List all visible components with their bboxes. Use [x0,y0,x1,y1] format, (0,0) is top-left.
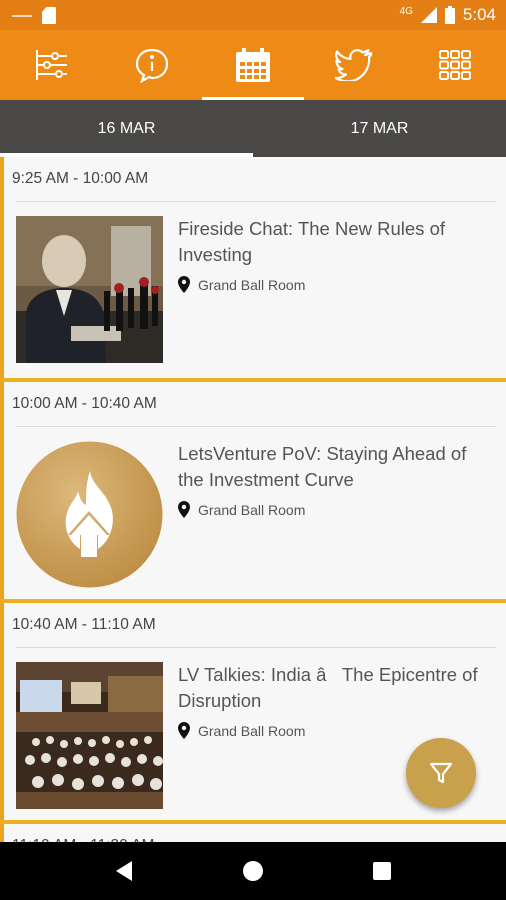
speaker-photo-image [16,216,163,363]
divider [16,201,496,202]
tab-more[interactable] [405,30,506,100]
conference-photo-image [16,662,163,809]
divider [16,647,496,648]
session-title: LV Talkies: India â The Epicentre of Dis… [178,664,478,711]
location-label: Grand Ball Room [198,722,306,739]
grid-icon [439,50,472,80]
sim-card-icon [42,7,56,24]
session-time: 10:00 AM - 10:40 AM [12,395,157,412]
tab-schedule[interactable] [202,30,304,100]
session-item[interactable]: 10:00 AM - 10:40 AM LetsVenture PoV: Sta… [0,382,506,603]
status-bar: 4G 5:04 [0,0,506,30]
session-image [16,662,163,809]
twitter-icon [335,49,373,81]
session-image [16,441,163,588]
recents-icon[interactable] [372,861,392,881]
session-title: LetsVenture PoV: Staying Ahead of the In… [178,443,467,490]
location-pin-icon [178,722,190,739]
filter-fab-button[interactable] [406,738,476,808]
calendar-icon [236,48,270,82]
tab-filter[interactable] [0,30,101,100]
system-nav-bar [0,842,506,900]
divider [16,426,496,427]
back-icon[interactable] [114,860,134,882]
location-pin-icon [178,501,190,518]
session-item[interactable]: 11:10 AM - 11:30 AM [0,824,506,842]
date-tab-16-mar[interactable]: 16 MAR [0,100,253,157]
filter-funnel-icon [429,762,453,784]
session-time: 11:10 AM - 11:30 AM [4,824,506,842]
session-location: Grand Ball Room [178,276,496,293]
battery-icon [444,6,455,24]
session-time: 9:25 AM - 10:00 AM [12,170,149,187]
location-label: Grand Ball Room [198,276,306,293]
session-image [16,216,163,363]
info-icon [135,48,168,83]
filter-sliders-icon [35,50,67,80]
top-tab-bar [0,30,506,100]
clock-time: 5:04 [462,5,496,24]
session-location: Grand Ball Room [178,722,496,739]
date-tab-17-mar[interactable]: 17 MAR [253,100,506,157]
network-label: 4G [399,5,413,17]
date-tab-bar: 16 MAR 17 MAR [0,100,506,157]
session-time: 10:40 AM - 11:10 AM [12,616,156,633]
flame-logo-icon [16,441,163,588]
signal-icon [420,7,437,23]
location-pin-icon [178,276,190,293]
session-item[interactable]: 9:25 AM - 10:00 AM Fireside Chat: The Ne… [0,157,506,382]
notification-dots-icon [12,14,32,17]
tab-twitter[interactable] [304,30,405,100]
tab-info[interactable] [101,30,202,100]
session-title: Fireside Chat: The New Rules of Investin… [178,218,445,265]
location-label: Grand Ball Room [198,501,306,518]
home-icon[interactable] [242,860,264,882]
session-location: Grand Ball Room [178,501,496,518]
